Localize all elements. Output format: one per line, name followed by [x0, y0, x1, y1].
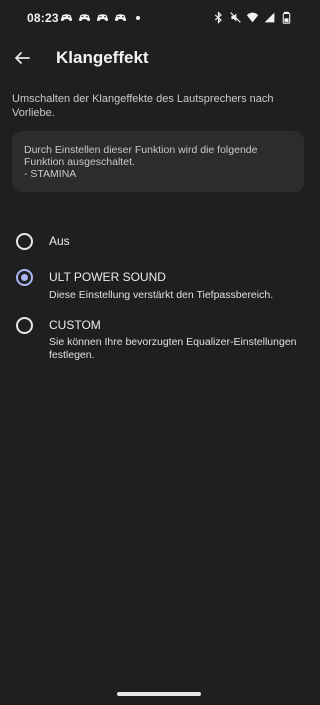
option-label: Aus — [49, 234, 70, 248]
gesture-navigation-handle[interactable] — [117, 692, 201, 696]
more-notifications-dot — [136, 15, 140, 20]
info-card: Durch Einstellen dieser Funktion wird di… — [12, 131, 304, 192]
page-description: Umschalten der Klangeffekte des Lautspre… — [12, 93, 274, 119]
info-text: Durch Einstellen dieser Funktion wird di… — [24, 144, 296, 180]
app-bar: Klangeffekt — [0, 38, 317, 78]
signal-icon — [264, 12, 275, 23]
game-controller-icon — [60, 14, 73, 22]
wifi-icon — [246, 12, 259, 23]
option-label: CUSTOM — [49, 318, 101, 332]
radio-button[interactable] — [16, 317, 33, 334]
option-description: Sie können Ihre bevorzugten Equalizer-Ei… — [49, 336, 297, 361]
info-text-line1: Durch Einstellen dieser Funktion wird di… — [24, 144, 258, 168]
info-text-line2: - STAMINA — [24, 168, 77, 180]
status-time: 08:23 — [27, 11, 59, 25]
back-arrow-icon[interactable] — [10, 46, 34, 70]
page-title: Klangeffekt — [56, 48, 149, 67]
game-controller-icon — [114, 14, 127, 22]
system-icons — [212, 11, 293, 24]
notification-icons — [60, 11, 140, 24]
option-label: ULT POWER SOUND — [49, 270, 166, 284]
option-description: Diese Einstellung verstärkt den Tiefpass… — [49, 289, 274, 301]
battery-icon — [282, 11, 291, 24]
status-bar: 08:23 — [0, 0, 317, 36]
radio-button-selected[interactable] — [16, 269, 33, 286]
game-controller-icon — [96, 14, 109, 22]
mute-icon — [230, 12, 241, 23]
game-controller-icon — [78, 14, 91, 22]
bluetooth-icon — [214, 11, 222, 24]
radio-button[interactable] — [16, 233, 33, 250]
